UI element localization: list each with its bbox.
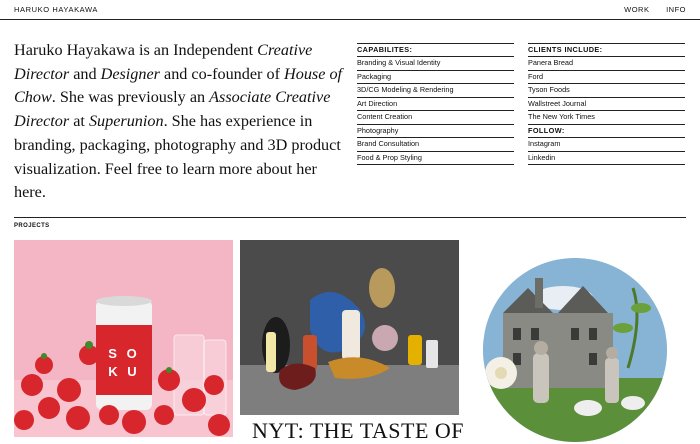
intro-paragraph: Haruko Hayakawa is an Independent Creati…: [14, 39, 344, 205]
capability-item: Content Creation: [357, 111, 514, 125]
capability-item: Branding & Visual Identity: [357, 57, 514, 71]
site-brand[interactable]: HARUKO HAYAKAWA: [14, 5, 98, 14]
linkedin-link[interactable]: Linkedin: [528, 152, 685, 165]
client-item: Panera Bread: [528, 57, 685, 71]
instagram-link[interactable]: Instagram: [528, 138, 685, 152]
intro-text: . She was previously an: [51, 88, 210, 107]
svg-text:S O: S O: [108, 346, 139, 361]
nav-info-link[interactable]: INFO: [666, 5, 686, 14]
capability-item: Food & Prop Styling: [357, 152, 514, 165]
client-item: Ford: [528, 71, 685, 84]
svg-text:K U: K U: [108, 364, 139, 379]
intro-text: and: [69, 64, 101, 83]
clients-list: CLIENTS INCLUDE: Panera Bread Ford Tyson…: [528, 43, 685, 165]
intro-text: and co-founder of: [159, 64, 285, 83]
follow-title: FOLLOW:: [528, 125, 685, 138]
section-divider: [14, 217, 686, 218]
project-nyt-title[interactable]: NYT: THE TASTE OF: [252, 418, 464, 444]
nav-work-link[interactable]: WORK: [624, 5, 649, 14]
project-soku-image[interactable]: S O K U: [14, 240, 233, 437]
capability-item: Art Direction: [357, 98, 514, 111]
capabilities-title: CAPABILITES:: [357, 43, 514, 57]
collage-illustration: [483, 258, 667, 442]
project-collage-image[interactable]: [483, 258, 667, 442]
intro-text: Haruko Hayakawa is an Independent: [14, 41, 258, 59]
capability-item: Brand Consultation: [357, 138, 514, 152]
client-item: The New York Times: [528, 111, 685, 125]
soku-can-illustration: S O K U: [14, 240, 233, 437]
capabilities-list: CAPABILITES: Branding & Visual Identity …: [357, 43, 514, 165]
capability-item: 3D/CG Modeling & Rendering: [357, 84, 514, 98]
capability-item: Packaging: [357, 71, 514, 84]
clients-title: CLIENTS INCLUDE:: [528, 43, 685, 57]
intro-emphasis: Superunion: [88, 112, 164, 131]
main-nav: WORK INFO: [610, 5, 686, 14]
client-item: Wallstreet Journal: [528, 98, 685, 111]
nyt-still-life-illustration: [240, 240, 459, 415]
intro-text: at: [69, 112, 89, 131]
capability-item: Photography: [357, 125, 514, 138]
client-item: Tyson Foods: [528, 84, 685, 98]
project-nyt-image[interactable]: [240, 240, 459, 415]
intro-emphasis: Designer: [100, 64, 160, 83]
projects-label: PROJECTS: [14, 223, 50, 229]
top-bar: HARUKO HAYAKAWA WORK INFO: [0, 0, 700, 20]
